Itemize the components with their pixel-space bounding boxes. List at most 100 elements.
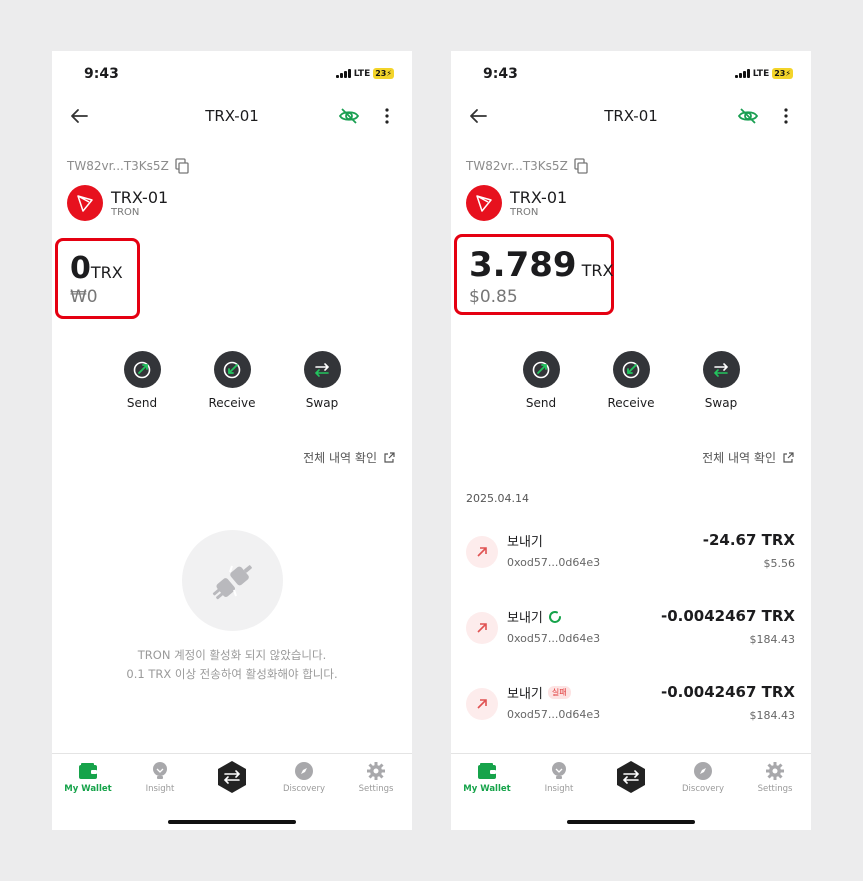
tron-logo-icon: [466, 185, 502, 221]
receive-button[interactable]: Receive: [601, 351, 661, 410]
signal-icon: [734, 69, 750, 78]
gear-icon: [765, 761, 785, 781]
transaction-row[interactable]: 보내기 실패 0xod57...0d64e3 -0.0042467 TRX $1…: [466, 683, 795, 727]
transaction-fiat: $184.43: [749, 709, 796, 722]
tab-settings[interactable]: Settings: [739, 761, 811, 794]
tab-discovery[interactable]: Discovery: [268, 761, 340, 794]
more-options-icon[interactable]: [380, 105, 394, 127]
phone-screen-inactive: 9:43 LTE 23⚡ TRX-01 TW82vr...T3Ks5Z TRX-…: [52, 51, 412, 830]
wallet-address: TW82vr...T3Ks5Z: [466, 158, 588, 174]
token-header: TRX-01 TRON: [466, 185, 567, 221]
gear-icon: [366, 761, 386, 781]
status-bar: 9:43 LTE 23⚡: [52, 51, 412, 97]
failed-badge: 실패: [547, 686, 571, 699]
empty-message-line1: TRON 계정이 활성화 되지 않았습니다.: [137, 648, 327, 662]
receive-button[interactable]: Receive: [202, 351, 262, 410]
tab-label: Insight: [544, 784, 574, 794]
balance-fiat: $0.85: [469, 287, 518, 307]
copy-icon[interactable]: [574, 158, 588, 174]
battery-level: 23: [774, 69, 786, 78]
send-icon: [522, 351, 560, 388]
receive-icon: [612, 351, 650, 388]
status-time: 9:43: [483, 66, 518, 82]
receive-label: Receive: [208, 396, 256, 410]
copy-icon[interactable]: [175, 158, 189, 174]
network-label: LTE: [752, 68, 770, 79]
swap-center-icon[interactable]: [614, 760, 648, 794]
lightbulb-icon: [549, 761, 569, 781]
tab-label: Settings: [358, 784, 394, 794]
transaction-row[interactable]: 보내기 0xod57...0d64e3 -24.67 TRX $5.56: [466, 531, 795, 575]
battery-level: 23: [375, 69, 387, 78]
network-label: LTE: [353, 68, 371, 79]
tab-label: Settings: [757, 784, 793, 794]
transaction-type: 보내기: [507, 535, 543, 550]
balance-highlight-box: 0TRX ₩0: [55, 238, 140, 319]
tron-logo-icon: [67, 185, 103, 221]
pending-spinner-icon: [548, 610, 561, 623]
swap-button[interactable]: Swap: [691, 351, 751, 410]
bottom-tab-bar: My Wallet Insight Discovery Settings: [451, 753, 811, 830]
balance-amount: 0TRX: [70, 251, 123, 286]
more-options-icon[interactable]: [779, 105, 793, 127]
token-network: TRON: [111, 206, 140, 218]
send-arrow-icon: [466, 536, 498, 568]
transaction-type: 보내기: [507, 611, 543, 626]
token-name: TRX-01: [510, 187, 568, 207]
tab-insight[interactable]: Insight: [124, 761, 196, 794]
transaction-amount: -0.0042467 TRX: [661, 683, 795, 701]
send-label: Send: [126, 396, 158, 410]
transaction-row[interactable]: 보내기 0xod57...0d64e3 -0.0042467 TRX $184.…: [466, 607, 795, 651]
token-header: TRX-01 TRON: [67, 185, 168, 221]
address-text: TW82vr...T3Ks5Z: [466, 159, 568, 173]
external-link-icon: [384, 451, 395, 463]
tab-my-wallet[interactable]: My Wallet: [451, 761, 523, 794]
transaction-hash: 0xod57...0d64e3: [507, 708, 601, 721]
tab-settings[interactable]: Settings: [340, 761, 412, 794]
header: TRX-01: [451, 101, 811, 133]
tab-my-wallet[interactable]: My Wallet: [52, 761, 124, 794]
full-history-link[interactable]: 전체 내역 확인: [702, 449, 794, 466]
compass-icon: [693, 761, 713, 781]
send-button[interactable]: Send: [511, 351, 571, 410]
swap-icon: [702, 351, 740, 388]
balance-amount: 3.789 TRX: [469, 245, 614, 285]
tab-insight[interactable]: Insight: [523, 761, 595, 794]
swap-icon: [303, 351, 341, 388]
status-bar: 9:43 LTE 23⚡: [451, 51, 811, 97]
address-text: TW82vr...T3Ks5Z: [67, 159, 169, 173]
balance-unit: TRX: [90, 263, 123, 282]
full-history-label: 전체 내역 확인: [303, 451, 377, 465]
tab-discovery[interactable]: Discovery: [667, 761, 739, 794]
header: TRX-01: [52, 101, 412, 133]
swap-button[interactable]: Swap: [292, 351, 352, 410]
swap-center-icon[interactable]: [215, 760, 249, 794]
transaction-hash: 0xod57...0d64e3: [507, 556, 601, 569]
battery-icon: 23⚡: [772, 68, 793, 79]
external-link-icon: [783, 451, 794, 463]
tab-label: Discovery: [682, 784, 724, 794]
tab-label: Insight: [145, 784, 175, 794]
send-arrow-icon: [466, 612, 498, 644]
transaction-date: 2025.04.14: [466, 492, 529, 505]
home-indicator: [168, 820, 296, 824]
transaction-fiat: $184.43: [749, 633, 796, 646]
tab-label: My Wallet: [463, 784, 511, 794]
transaction-hash: 0xod57...0d64e3: [507, 632, 601, 645]
action-buttons: Send Receive Swap: [112, 351, 352, 410]
lightbulb-icon: [150, 761, 170, 781]
hide-balance-icon[interactable]: [338, 105, 360, 127]
token-name: TRX-01: [111, 187, 169, 207]
full-history-link[interactable]: 전체 내역 확인: [303, 449, 395, 466]
send-label: Send: [525, 396, 557, 410]
phone-screen-active: 9:43 LTE 23⚡ TRX-01 TW82vr...T3Ks5Z TRX-…: [451, 51, 811, 830]
hide-balance-icon[interactable]: [737, 105, 759, 127]
transaction-amount: -0.0042467 TRX: [661, 607, 795, 625]
transaction-amount: -24.67 TRX: [702, 531, 795, 549]
swap-label: Swap: [704, 396, 738, 410]
action-buttons: Send Receive Swap: [511, 351, 751, 410]
send-button[interactable]: Send: [112, 351, 172, 410]
balance-highlight-box: 3.789 TRX $0.85: [454, 234, 614, 315]
receive-label: Receive: [607, 396, 655, 410]
unplugged-icon: [181, 530, 283, 631]
